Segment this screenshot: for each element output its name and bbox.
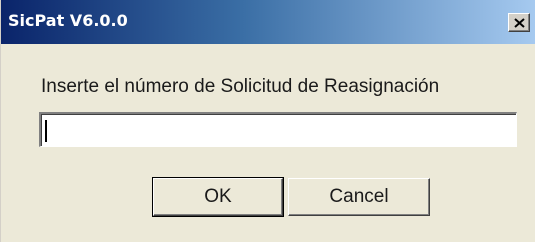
- title-bar[interactable]: SicPat V6.0.0: [1, 0, 535, 44]
- close-icon: [514, 18, 525, 28]
- text-caret: [45, 120, 47, 142]
- prompt-label: Inserte el número de Solicitud de Reasig…: [41, 76, 440, 97]
- cancel-button[interactable]: Cancel: [288, 178, 430, 216]
- request-number-input[interactable]: [39, 112, 517, 147]
- ok-button[interactable]: OK: [152, 177, 284, 217]
- close-button[interactable]: [508, 13, 530, 32]
- window-title: SicPat V6.0.0: [8, 11, 128, 30]
- input-dialog: SicPat V6.0.0 Inserte el número de Solic…: [0, 0, 535, 242]
